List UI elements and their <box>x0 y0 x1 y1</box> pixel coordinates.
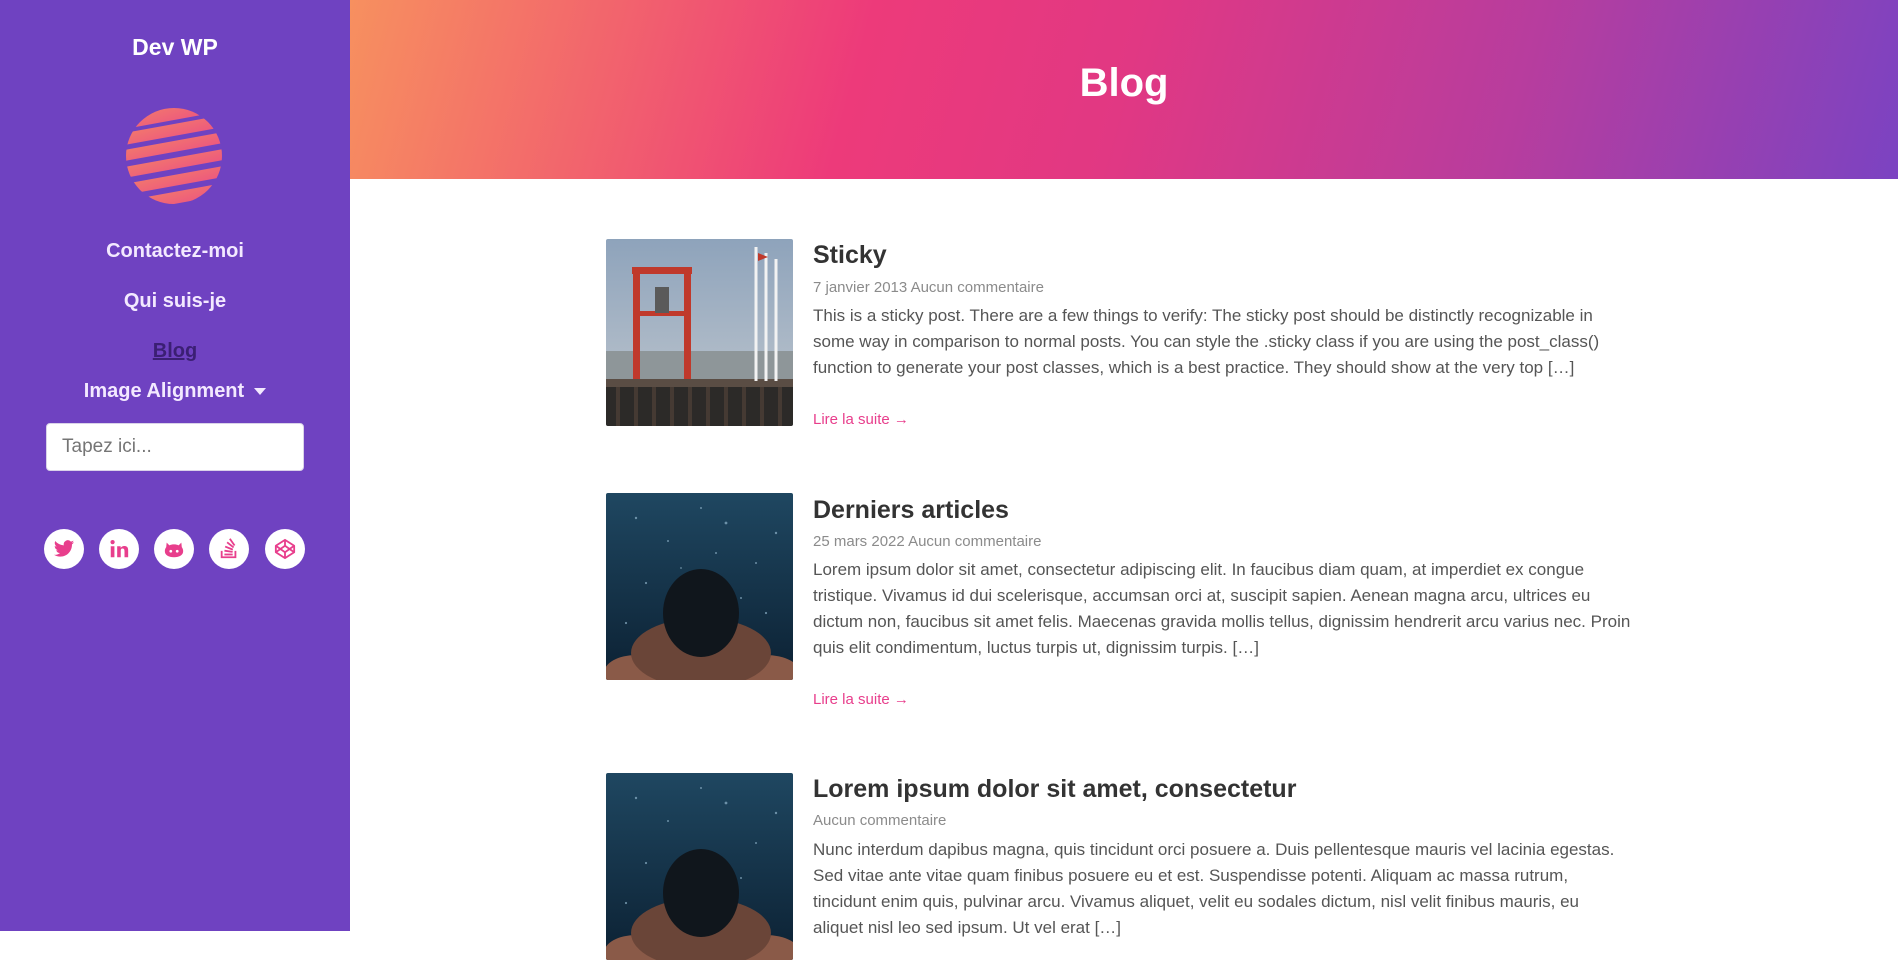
nav-about[interactable]: Qui suis-je <box>0 290 350 313</box>
nav-contact[interactable]: Contactez-moi <box>0 240 350 263</box>
nav-image-alignment[interactable]: Image Alignment <box>0 380 350 403</box>
post-title[interactable]: Derniers articles <box>813 496 1009 525</box>
site-title[interactable]: Dev WP <box>0 34 350 61</box>
nav-blog[interactable]: Blog <box>0 340 350 363</box>
read-more-link[interactable]: Lire la suite → <box>813 691 909 708</box>
post-meta: 7 janvier 2013 Aucun commentaire <box>813 279 1044 296</box>
linkedin-link[interactable] <box>99 529 139 569</box>
post-date[interactable]: 7 janvier 2013 <box>813 279 907 296</box>
linkedin-icon <box>110 540 129 558</box>
page-header: Blog <box>350 0 1898 179</box>
search-input[interactable] <box>46 423 304 471</box>
post-comments[interactable]: Aucun commentaire <box>908 533 1041 550</box>
post-excerpt: Nunc interdum dapibus magna, quis tincid… <box>813 840 1615 937</box>
github-link[interactable] <box>154 529 194 569</box>
codepen-link[interactable] <box>265 529 305 569</box>
pier-tower-photo <box>606 239 793 426</box>
post-card: Lorem ipsum dolor sit amet, consectetur … <box>606 773 1636 960</box>
post-title[interactable]: Lorem ipsum dolor sit amet, consectetur <box>813 775 1296 804</box>
post-thumbnail[interactable] <box>606 493 793 680</box>
post-thumbnail[interactable] <box>606 773 793 960</box>
nav-image-alignment-label: Image Alignment <box>83 380 245 402</box>
sidebar: Dev WP Contactez-moi Qui suis-je Blog Im… <box>0 0 350 931</box>
page-title: Blog <box>1079 61 1169 105</box>
post-meta: 25 mars 2022 Aucun commentaire <box>813 533 1041 550</box>
post-excerpt: This is a sticky post. There are a few t… <box>813 306 1600 377</box>
underwater-swimmer-photo <box>606 493 793 680</box>
post-card: Sticky 7 janvier 2013 Aucun commentaire … <box>606 239 1636 449</box>
post-comments[interactable]: Aucun commentaire <box>813 812 946 829</box>
post-title[interactable]: Sticky <box>813 241 887 270</box>
twitter-link[interactable] <box>44 529 84 569</box>
globe-logo[interactable] <box>124 106 224 206</box>
post-meta: Aucun commentaire <box>813 812 946 829</box>
twitter-icon <box>53 540 75 557</box>
github-icon <box>164 542 184 558</box>
read-more-link[interactable]: Lire la suite → <box>813 411 909 428</box>
post-comments[interactable]: Aucun commentaire <box>911 279 1044 296</box>
underwater-swimmer-photo <box>606 773 793 960</box>
post-excerpt: Lorem ipsum dolor sit amet, consectetur … <box>813 560 1631 657</box>
stackoverflow-link[interactable] <box>209 529 249 569</box>
codepen-icon <box>274 538 296 560</box>
stackoverflow-icon <box>220 538 237 559</box>
post-date[interactable]: 25 mars 2022 <box>813 533 905 550</box>
post-thumbnail[interactable] <box>606 239 793 426</box>
post-card: Derniers articles 25 mars 2022 Aucun com… <box>606 493 1636 723</box>
caret-down-icon <box>254 388 267 396</box>
